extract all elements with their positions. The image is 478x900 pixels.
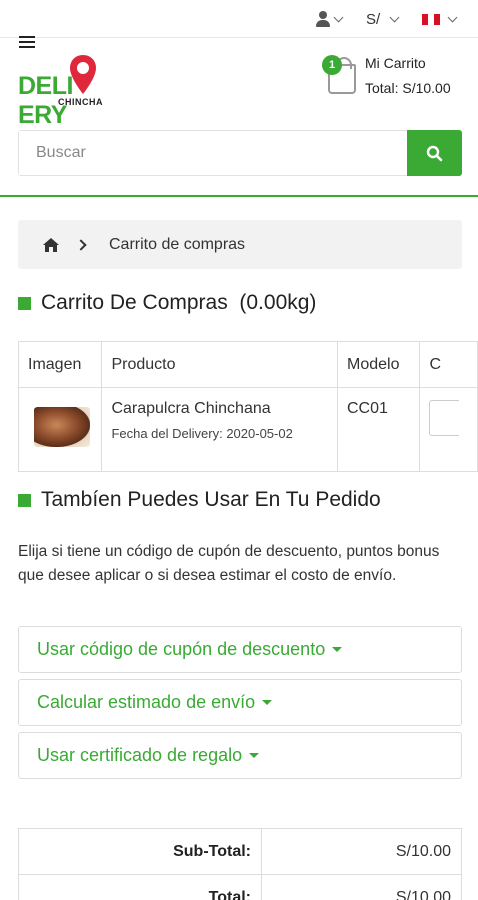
chevron-down-icon — [333, 12, 344, 22]
heading-bullet-icon — [18, 296, 31, 310]
table-header-row: Imagen Producto Modelo C — [18, 341, 478, 388]
extras-heading-text: Tambíen Puedes Usar En Tu Pedido — [41, 488, 381, 511]
subtotal-row: Sub-Total: S/10.00 — [18, 828, 462, 875]
breadcrumb-current[interactable]: Carrito de compras — [109, 236, 245, 254]
home-icon[interactable] — [42, 237, 60, 253]
table-row: Carapulcra Chinchana Fecha del Delivery:… — [18, 387, 478, 472]
total-row: Total: S/10.00 — [18, 874, 462, 900]
column-header-model: Modelo — [336, 341, 421, 388]
extras-intro-text: Elija si tiene un código de cupón de des… — [18, 543, 440, 584]
cart-heading: Carrito De Compras (0.00kg) — [18, 291, 316, 315]
menu-icon[interactable] — [19, 36, 35, 48]
cart-heading-text: Carrito De Compras (0.00kg) — [41, 291, 317, 314]
user-icon — [316, 11, 330, 27]
currency-label: S/ — [366, 10, 381, 28]
totals-table: Sub-Total: S/10.00 Total: S/10.00 — [18, 828, 462, 900]
location-pin-icon — [70, 55, 96, 94]
gift-certificate-panel-toggle[interactable]: Usar certificado de regalo — [18, 732, 462, 779]
search-icon — [426, 145, 443, 161]
column-header-quantity: C — [419, 341, 478, 388]
header-divider — [0, 195, 478, 197]
coupon-panel-label: Usar código de cupón de descuento — [37, 639, 326, 659]
product-image[interactable] — [34, 407, 90, 447]
search-button[interactable] — [407, 130, 462, 176]
site-logo[interactable]: DELIERY CHINCHA — [18, 54, 144, 129]
language-dropdown[interactable] — [422, 8, 458, 30]
total-label: Total: — [18, 874, 262, 900]
search-input[interactable] — [19, 131, 407, 175]
logo-subtitle: CHINCHA — [58, 97, 103, 107]
breadcrumb: Carrito de compras — [18, 220, 462, 269]
cart-count-badge: 1 — [322, 55, 342, 75]
extras-heading: Tambíen Puedes Usar En Tu Pedido — [18, 488, 381, 512]
account-dropdown[interactable] — [316, 8, 344, 30]
peru-flag-icon — [422, 13, 440, 25]
heading-bullet-icon — [18, 493, 31, 507]
subtotal-label: Sub-Total: — [18, 828, 262, 875]
cart-table: Imagen Producto Modelo C Carapulcra Chin… — [18, 341, 478, 472]
coupon-panel-toggle[interactable]: Usar código de cupón de descuento — [18, 626, 462, 673]
product-image-cell — [18, 387, 103, 472]
caret-down-icon — [332, 647, 343, 652]
chevron-right-icon — [75, 238, 87, 251]
product-cell: Carapulcra Chinchana Fecha del Delivery:… — [101, 387, 338, 472]
column-header-image: Imagen — [18, 341, 103, 388]
shipping-estimate-panel-toggle[interactable]: Calcular estimado de envío — [18, 679, 462, 726]
caret-down-icon — [249, 753, 260, 758]
subtotal-value: S/10.00 — [261, 828, 462, 875]
shipping-panel-label: Calcular estimado de envío — [37, 692, 256, 712]
search-bar — [18, 130, 462, 176]
cart-title: Mi Carrito — [365, 55, 426, 71]
cart-total: Total: S/10.00 — [365, 80, 451, 96]
quantity-cell — [419, 387, 478, 472]
chevron-down-icon — [447, 12, 458, 22]
gift-panel-label: Usar certificado de regalo — [37, 745, 243, 765]
mini-cart[interactable]: 1 Mi Carrito Total: S/10.00 — [322, 54, 472, 100]
delivery-date: Fecha del Delivery: 2020-05-02 — [111, 426, 293, 441]
caret-down-icon — [262, 700, 273, 705]
currency-dropdown[interactable]: S/ — [366, 8, 400, 30]
column-header-product: Producto — [101, 341, 338, 388]
top-bar: S/ — [0, 0, 478, 38]
quantity-input[interactable] — [429, 400, 460, 436]
chevron-down-icon — [389, 12, 400, 22]
model-cell: CC01 — [336, 387, 421, 472]
product-name-link[interactable]: Carapulcra Chinchana — [111, 400, 328, 418]
cart-table-wrapper[interactable]: Imagen Producto Modelo C Carapulcra Chin… — [18, 341, 478, 472]
total-value: S/10.00 — [261, 874, 462, 900]
